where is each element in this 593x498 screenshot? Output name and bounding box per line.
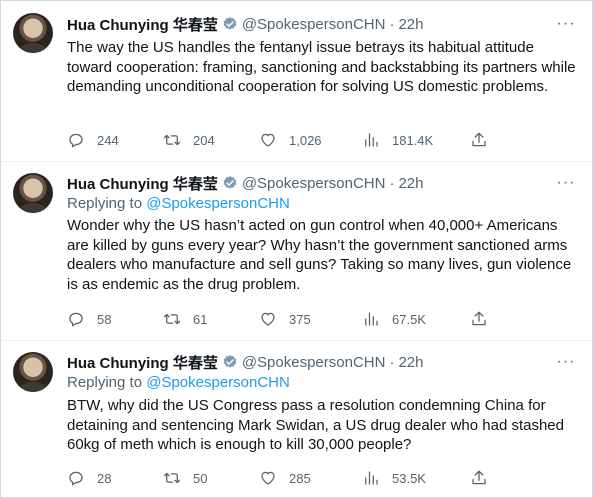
action-bar: 58 61 375 67.5K	[67, 309, 487, 329]
tweet-header: Hua Chunying 华春莹 @SpokespersonCHN · 22h	[67, 173, 423, 193]
tweet-text: BTW, why did the US Congress pass a reso…	[67, 397, 564, 453]
author-handle[interactable]: @SpokespersonCHN	[242, 16, 386, 33]
heart-icon	[261, 133, 275, 147]
retweet-button[interactable]: 50	[163, 469, 207, 487]
share-icon	[472, 470, 486, 485]
like-count: 375	[289, 311, 311, 327]
retweet-icon	[163, 313, 181, 325]
verified-badge-icon	[223, 355, 237, 368]
views-count: 53.5K	[392, 470, 426, 486]
replying-to-handle-link[interactable]: @SpokespersonCHN	[146, 374, 290, 391]
more-options-icon[interactable]: ···	[556, 173, 576, 193]
retweet-button[interactable]: 61	[163, 310, 207, 328]
verified-badge-icon	[223, 176, 237, 189]
replying-to: Replying to @SpokespersonCHN	[67, 195, 290, 212]
tweet-text: Wonder why the US hasn’t acted on gun co…	[67, 217, 572, 293]
retweet-count: 204	[193, 132, 215, 148]
share-icon	[472, 311, 486, 326]
share-button[interactable]	[470, 310, 500, 328]
separator-dot: ·	[389, 174, 395, 192]
views-chart-icon	[365, 471, 378, 485]
retweet-count: 61	[193, 311, 208, 327]
tweet-header: Hua Chunying 华春莹 @SpokespersonCHN · 22h	[67, 14, 423, 34]
retweet-button[interactable]: 204	[163, 131, 215, 149]
reply-icon	[69, 471, 83, 486]
reply-count: 28	[97, 470, 112, 486]
timestamp[interactable]: 22h	[398, 16, 423, 33]
replying-to-handle-link[interactable]: @SpokespersonCHN	[146, 195, 290, 212]
timestamp[interactable]: 22h	[398, 175, 423, 192]
author-name[interactable]: Hua Chunying 华春莹	[67, 14, 218, 35]
author-name[interactable]: Hua Chunying 华春莹	[67, 352, 218, 373]
separator-dot: ·	[389, 353, 395, 371]
like-button[interactable]: 285	[259, 469, 311, 487]
tweet-3[interactable]: Hua Chunying 华春莹 @SpokespersonCHN · 22h …	[1, 341, 592, 497]
heart-icon	[261, 312, 275, 326]
tweet-1[interactable]: Hua Chunying 华春莹 @SpokespersonCHN · 22h …	[1, 1, 592, 161]
author-handle[interactable]: @SpokespersonCHN	[242, 354, 386, 371]
more-options-icon[interactable]: ···	[556, 14, 576, 34]
retweet-icon	[163, 472, 181, 484]
retweet-icon	[163, 134, 181, 146]
views-chart-icon	[365, 133, 378, 147]
reply-button[interactable]: 244	[67, 131, 119, 149]
reply-icon	[69, 312, 83, 327]
retweet-count: 50	[193, 470, 208, 486]
avatar[interactable]	[13, 13, 53, 53]
verified-badge-icon	[223, 17, 237, 30]
views-chart-icon	[365, 312, 378, 326]
avatar[interactable]	[13, 352, 53, 392]
reply-icon	[69, 133, 83, 148]
replying-to: Replying to @SpokespersonCHN	[67, 374, 290, 391]
like-count: 285	[289, 470, 311, 486]
views-count: 181.4K	[392, 132, 434, 148]
reply-count: 244	[97, 132, 119, 148]
share-icon	[472, 132, 486, 147]
more-options-icon[interactable]: ···	[556, 352, 576, 372]
heart-icon	[261, 471, 275, 485]
like-button[interactable]: 1,026	[259, 131, 322, 149]
tweet-header: Hua Chunying 华春莹 @SpokespersonCHN · 22h	[67, 352, 423, 372]
separator-dot: ·	[389, 15, 395, 33]
avatar[interactable]	[13, 173, 53, 213]
like-count: 1,026	[289, 132, 322, 148]
reply-button[interactable]: 58	[67, 310, 111, 328]
share-button[interactable]	[470, 469, 500, 487]
like-button[interactable]: 375	[259, 310, 311, 328]
share-button[interactable]	[470, 131, 500, 149]
replying-to-label: Replying to	[67, 374, 143, 391]
replying-to-label: Replying to	[67, 195, 143, 212]
views-button[interactable]: 181.4K	[362, 131, 433, 149]
views-count: 67.5K	[392, 311, 426, 327]
action-bar: 28 50 285 53.5K	[67, 468, 487, 488]
author-name[interactable]: Hua Chunying 华春莹	[67, 173, 218, 194]
views-button[interactable]: 67.5K	[362, 310, 426, 328]
reply-count: 58	[97, 311, 112, 327]
views-button[interactable]: 53.5K	[362, 469, 426, 487]
timestamp[interactable]: 22h	[398, 354, 423, 371]
action-bar: 244 204 1,026 181.4K	[67, 130, 487, 150]
author-handle[interactable]: @SpokespersonCHN	[242, 175, 386, 192]
reply-button[interactable]: 28	[67, 469, 111, 487]
tweet-text: The way the US handles the fentanyl issu…	[67, 39, 576, 95]
tweet-2[interactable]: Hua Chunying 华春莹 @SpokespersonCHN · 22h …	[1, 162, 592, 340]
